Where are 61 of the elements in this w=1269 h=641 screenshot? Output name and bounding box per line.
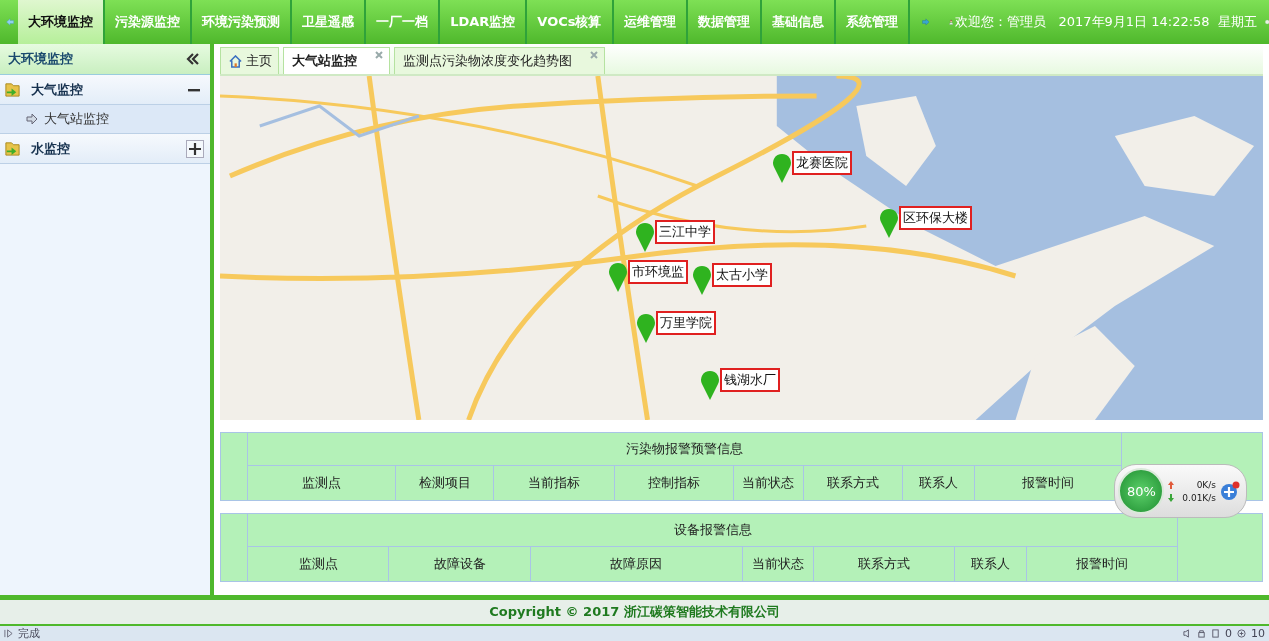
map-pin-icon[interactable] bbox=[879, 206, 900, 239]
column-header: 控制指标 bbox=[614, 466, 734, 500]
nav-tab[interactable]: 大环境监控 bbox=[18, 0, 106, 44]
percent-badge[interactable]: 80% bbox=[1118, 468, 1165, 514]
marker-label: 太古小学 bbox=[712, 263, 773, 288]
collapse-icon[interactable] bbox=[186, 53, 200, 65]
copyright-text: Copyright © 2017 浙江碳策智能技术有限公司 bbox=[489, 603, 780, 621]
status-text: 完成 bbox=[18, 627, 40, 640]
column-header: 联系方式 bbox=[803, 466, 903, 500]
zoom-level: 10 bbox=[1251, 627, 1265, 640]
column-header: 故障设备 bbox=[389, 547, 531, 581]
download-rate: 0.01K/s bbox=[1182, 492, 1216, 503]
arrow-icon bbox=[26, 113, 38, 125]
welcome-text: 欢迎您：管理员 bbox=[955, 13, 1047, 31]
down-arrow-icon bbox=[1168, 493, 1175, 502]
up-arrow-icon bbox=[1168, 480, 1175, 489]
group-label: 水监控 bbox=[31, 139, 71, 158]
page-icon bbox=[4, 629, 13, 638]
sidebar-title: 大环境监控 bbox=[8, 50, 73, 68]
marker-label: 钱湖水厂 bbox=[719, 368, 780, 393]
page-tab[interactable]: 大气站监控 bbox=[283, 47, 390, 74]
map-pin-icon[interactable] bbox=[692, 263, 713, 296]
column-header: 监测点 bbox=[248, 466, 396, 500]
status-count: 0 bbox=[1225, 627, 1232, 640]
page-tab[interactable]: 主页 bbox=[220, 47, 279, 74]
sidebar-item[interactable]: 大气站监控 bbox=[0, 105, 210, 134]
column-header: 联系方式 bbox=[813, 547, 956, 581]
plus-icon[interactable] bbox=[186, 139, 204, 158]
table-title: 污染物报警预警信息 bbox=[248, 433, 1121, 466]
folder-icon bbox=[4, 140, 21, 157]
map-pin-icon[interactable] bbox=[699, 368, 720, 401]
map-pin-icon[interactable] bbox=[771, 151, 792, 183]
column-header: 监测点 bbox=[248, 547, 390, 581]
column-header: 报警时间 bbox=[1021, 474, 1075, 492]
column-header: 检测项目 bbox=[395, 466, 495, 500]
sidebar-group[interactable]: 水监控 bbox=[0, 134, 210, 164]
date-time: 2017年9月1日 14:22:58 bbox=[1058, 13, 1210, 31]
map-pin-icon[interactable] bbox=[608, 260, 628, 293]
column-header: 当前状态 bbox=[742, 547, 814, 581]
upload-rate: 0K/s bbox=[1196, 479, 1216, 490]
marker-label: 市环境监 bbox=[627, 260, 688, 285]
folder-icon bbox=[4, 81, 21, 98]
weekday: 星期五 bbox=[1217, 13, 1257, 31]
map-pin-icon[interactable] bbox=[635, 220, 656, 253]
marker-label: 三江中学 bbox=[654, 220, 715, 245]
column-header: 当前状态 bbox=[733, 466, 804, 500]
close-icon[interactable] bbox=[375, 51, 383, 59]
column-header: 故障原因 bbox=[530, 547, 743, 581]
column-header: 报警时间 bbox=[1074, 555, 1129, 573]
zoom-icon[interactable] bbox=[1237, 629, 1246, 638]
column-header: 联系人 bbox=[955, 547, 1027, 581]
column-header: 联系人 bbox=[903, 466, 976, 500]
group-label: 大气监控 bbox=[31, 80, 84, 99]
sidebar-group[interactable]: 大气监控 bbox=[0, 75, 210, 105]
column-header: 当前指标 bbox=[494, 466, 615, 500]
page-tab[interactable]: 监测点污染物浓度变化趋势图 bbox=[394, 47, 605, 74]
table-title: 设备报警信息 bbox=[248, 514, 1177, 547]
lock-icon[interactable] bbox=[1197, 629, 1206, 638]
speaker-icon[interactable] bbox=[1183, 629, 1192, 638]
close-icon[interactable] bbox=[590, 51, 598, 59]
marker-label: 区环保大楼 bbox=[899, 206, 972, 231]
